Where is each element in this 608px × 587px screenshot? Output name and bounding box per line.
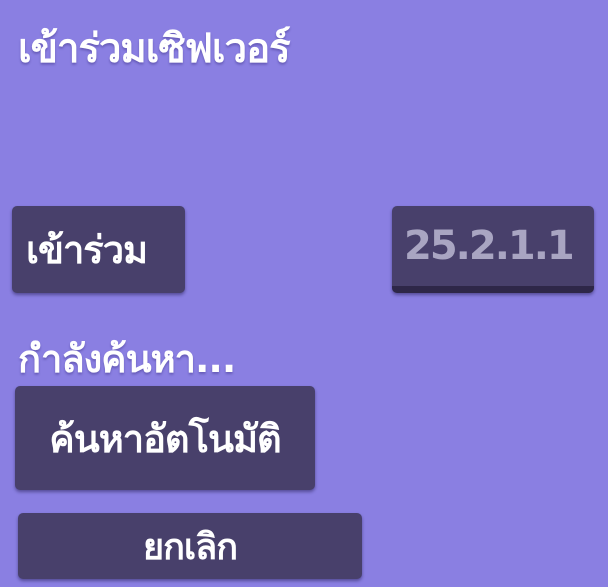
page-title: เข้าร่วมเซิฟเวอร์ [18,26,291,72]
search-status-text: กำลังค้นหา... [18,337,236,381]
join-button-label: เข้าร่วม [26,228,148,272]
ip-address-value: 25.2.1.1 [404,223,575,269]
ip-address-input[interactable]: 25.2.1.1 [392,206,594,293]
auto-search-button[interactable]: ค้นหาอัตโนมัติ [15,386,315,490]
cancel-button[interactable]: ยกเลิก [18,513,362,579]
join-button[interactable]: เข้าร่วม [12,206,185,293]
auto-search-button-label: ค้นหาอัตโนมัติ [49,416,281,461]
cancel-button-label: ยกเลิก [142,526,238,568]
